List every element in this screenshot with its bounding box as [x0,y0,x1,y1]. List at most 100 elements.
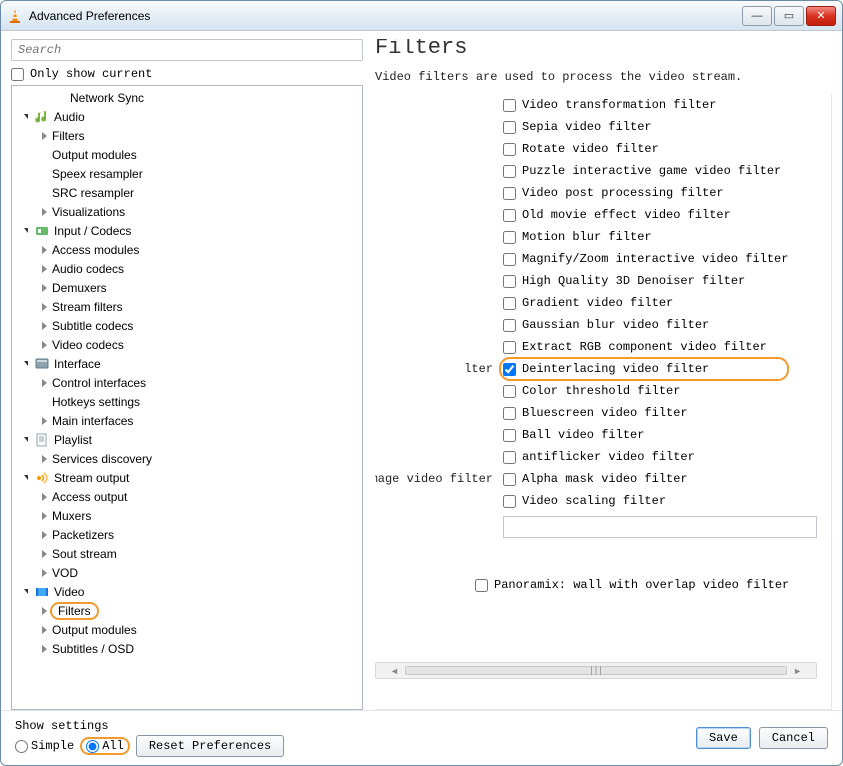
tree-item[interactable]: Services discovery [12,449,362,468]
save-button[interactable]: Save [696,727,751,749]
tree-item[interactable]: Filters [12,601,362,620]
collapse-icon[interactable] [20,472,32,484]
tree-item[interactable]: Network Sync [12,88,362,107]
scroll-left-icon[interactable]: ◄ [390,666,399,676]
collapse-icon[interactable] [20,225,32,237]
expand-icon[interactable] [38,130,50,142]
search-input[interactable] [11,39,363,61]
filter-checkbox[interactable] [503,231,516,244]
filter-checkbox[interactable] [503,385,516,398]
tree-item[interactable]: Output modules [12,620,362,639]
filter-checkbox[interactable] [503,495,516,508]
tree-item[interactable]: Interface [12,354,362,373]
tree-item[interactable]: Visualizations [12,202,362,221]
filter-row: Ball video filter [503,424,817,446]
expand-icon[interactable] [38,339,50,351]
radio-simple[interactable]: Simple [15,739,74,753]
filter-checkbox[interactable] [503,275,516,288]
radio-all[interactable]: All [80,737,130,755]
filter-checkbox[interactable] [503,121,516,134]
filters-area[interactable]: lter h image video filter Video transfor… [375,94,832,710]
expand-icon[interactable] [38,320,50,332]
tree-item[interactable]: Stream filters [12,297,362,316]
tree-item[interactable]: SRC resampler [12,183,362,202]
tree-item[interactable]: Access modules [12,240,362,259]
filter-checkbox[interactable] [503,143,516,156]
filter-checkbox[interactable] [503,429,516,442]
tree-item[interactable]: Video [12,582,362,601]
only-show-current[interactable]: Only show current [11,67,363,81]
expand-icon[interactable] [38,491,50,503]
filter-checkbox[interactable] [503,319,516,332]
tree-item[interactable]: Access output [12,487,362,506]
tree-item[interactable]: VOD [12,563,362,582]
tree-item[interactable]: Sout stream [12,544,362,563]
panoramix-checkbox[interactable] [475,579,488,592]
filter-checkbox[interactable] [503,297,516,310]
tree-item[interactable]: Filters [12,126,362,145]
filter-checkbox[interactable] [503,341,516,354]
preferences-tree[interactable]: Network SyncAudioFiltersOutput modulesSp… [11,85,363,710]
tree-item[interactable]: Muxers [12,506,362,525]
tree-item[interactable]: Output modules [12,145,362,164]
tree-item[interactable]: Hotkeys settings [12,392,362,411]
filter-checkbox[interactable] [503,99,516,112]
scroll-right-icon[interactable]: ► [793,666,802,676]
expand-icon[interactable] [38,282,50,294]
tree-item[interactable]: Main interfaces [12,411,362,430]
expand-spacer [38,149,50,161]
tree-item[interactable]: Speex resampler [12,164,362,183]
expand-icon[interactable] [38,605,50,617]
filter-row: antiflicker video filter [503,446,817,468]
cancel-button[interactable]: Cancel [759,727,828,749]
expand-icon[interactable] [38,643,50,655]
reset-preferences-button[interactable]: Reset Preferences [136,735,284,757]
expand-icon[interactable] [38,624,50,636]
expand-icon[interactable] [38,510,50,522]
minimize-button[interactable]: — [742,6,772,26]
radio-simple-input[interactable] [15,740,28,753]
filter-label: Magnify/Zoom interactive video filter [522,252,788,266]
collapse-icon[interactable] [20,586,32,598]
expand-icon[interactable] [38,529,50,541]
collapse-icon[interactable] [20,434,32,446]
only-show-current-checkbox[interactable] [11,68,24,81]
filter-checkbox[interactable] [503,473,516,486]
filter-checkbox[interactable] [503,209,516,222]
tree-item[interactable]: Input / Codecs [12,221,362,240]
collapse-icon[interactable] [20,358,32,370]
expand-icon[interactable] [38,415,50,427]
filter-checkbox[interactable] [503,187,516,200]
tree-item[interactable]: Subtitles / OSD [12,639,362,658]
collapse-icon[interactable] [20,111,32,123]
maximize-button[interactable]: ▭ [774,6,804,26]
tree-item[interactable]: Packetizers [12,525,362,544]
close-button[interactable]: ✕ [806,6,836,26]
tree-item[interactable]: Video codecs [12,335,362,354]
filter-text-input[interactable] [503,516,817,538]
filter-checkbox[interactable] [503,451,516,464]
tree-item[interactable]: Demuxers [12,278,362,297]
tree-item[interactable]: Playlist [12,430,362,449]
scrollbar-thumb[interactable]: ∣∣∣ [405,666,787,675]
tree-item[interactable]: Control interfaces [12,373,362,392]
filter-checkbox[interactable] [503,253,516,266]
filter-checkbox[interactable] [503,363,516,376]
expand-icon[interactable] [38,263,50,275]
filter-checkbox[interactable] [503,407,516,420]
expand-icon[interactable] [38,453,50,465]
tree-item[interactable]: Audio codecs [12,259,362,278]
expand-icon[interactable] [38,206,50,218]
tree-item[interactable]: Subtitle codecs [12,316,362,335]
expand-icon[interactable] [38,301,50,313]
expand-icon[interactable] [38,244,50,256]
expand-icon[interactable] [38,548,50,560]
radio-all-input[interactable] [86,740,99,753]
tree-item[interactable]: Audio [12,107,362,126]
filter-checkbox[interactable] [503,165,516,178]
expand-icon[interactable] [38,377,50,389]
expand-icon[interactable] [38,567,50,579]
tree-item-label: Subtitles / OSD [52,642,134,656]
horizontal-scrollbar[interactable]: ◄ ∣∣∣ ► [375,662,817,679]
tree-item[interactable]: Stream output [12,468,362,487]
